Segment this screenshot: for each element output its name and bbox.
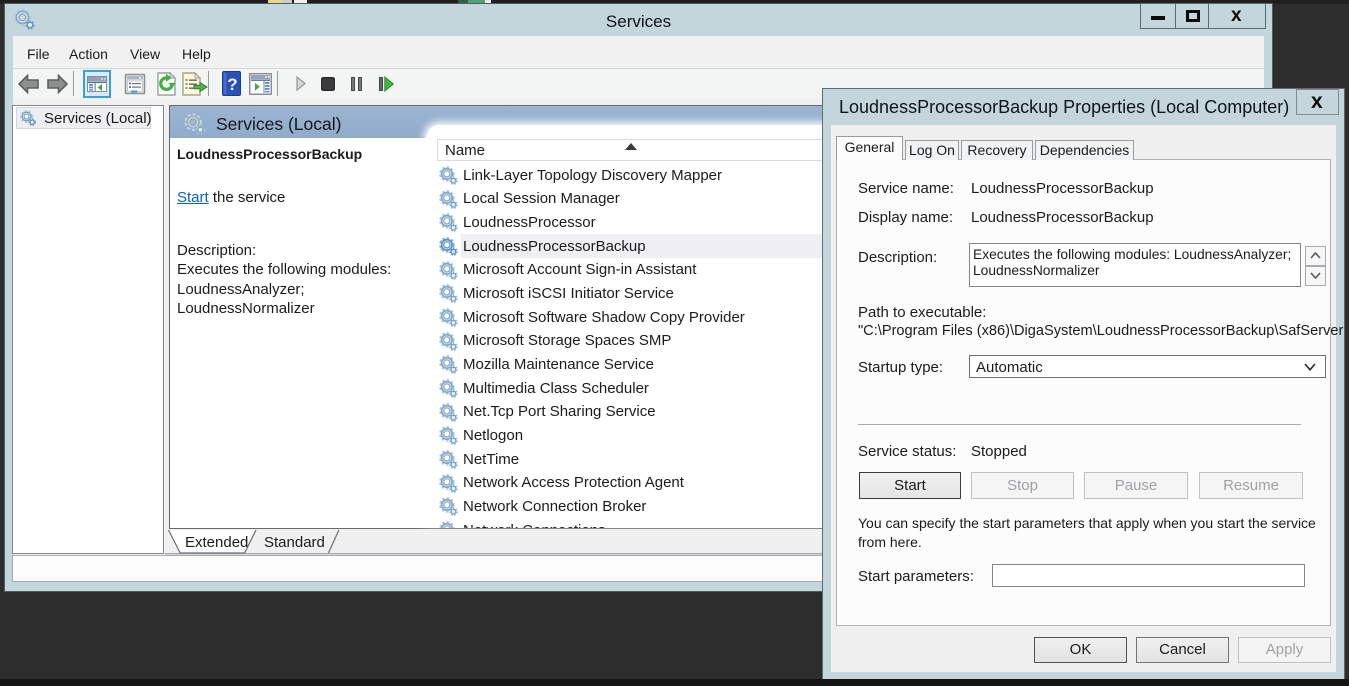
svg-text:?: ?	[227, 75, 237, 94]
